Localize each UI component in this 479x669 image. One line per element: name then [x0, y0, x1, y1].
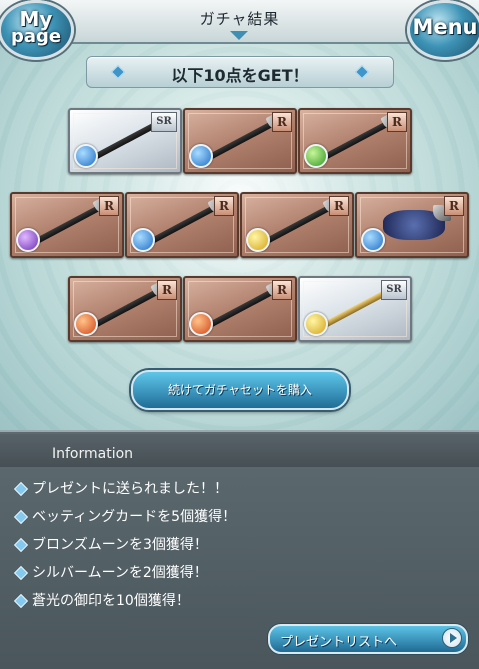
result-item-3[interactable]: R	[298, 108, 412, 174]
menu-button[interactable]: Menu	[407, 0, 479, 60]
information-text: プレゼントに送られました！！	[32, 481, 228, 497]
water-element-icon	[74, 144, 98, 168]
result-banner-text: 以下10点をGET！	[171, 66, 309, 85]
fire-element-icon	[189, 312, 213, 336]
present-list-button[interactable]: プレゼントリストへ	[268, 624, 468, 654]
information-text: シルバームーンを2個獲得！	[32, 565, 208, 581]
information-text: 蒼光の御印を10個獲得！	[32, 593, 190, 609]
rarity-badge: R	[387, 112, 407, 132]
fire-element-icon	[74, 312, 98, 336]
rarity-badge: SR	[151, 112, 177, 132]
result-item-4[interactable]: R	[10, 192, 124, 258]
diamond-bullet-icon	[13, 537, 29, 553]
result-item-5[interactable]: R	[125, 192, 239, 258]
result-item-2[interactable]: R	[183, 108, 297, 174]
result-banner: 以下10点をGET！	[86, 56, 394, 88]
wind-element-icon	[304, 144, 328, 168]
diamond-bullet-icon	[13, 565, 29, 581]
header-notch-icon	[230, 31, 248, 40]
water-element-icon	[131, 228, 155, 252]
result-item-6[interactable]: R	[240, 192, 354, 258]
diamond-bullet-icon	[13, 481, 29, 497]
rarity-badge: R	[272, 280, 292, 300]
continue-gacha-label: 続けてガチャセットを購入	[168, 383, 312, 397]
diamond-bullet-icon	[13, 593, 29, 609]
rarity-badge: R	[329, 196, 349, 216]
rarity-badge: R	[272, 112, 292, 132]
continue-gacha-button[interactable]: 続けてガチャセットを購入	[131, 370, 349, 410]
information-text: ブロンズムーンを3個獲得！	[32, 537, 208, 553]
result-item-7[interactable]: R	[355, 192, 469, 258]
light-element-icon	[246, 228, 270, 252]
diamond-bullet-icon	[13, 509, 29, 525]
information-title: Information	[52, 446, 134, 462]
rarity-badge: R	[157, 280, 177, 300]
information-text: ベッティングカードを5個獲得！	[32, 509, 237, 525]
mypage-label-line2: page	[10, 26, 62, 47]
rarity-badge: R	[214, 196, 234, 216]
summon-image	[383, 205, 451, 240]
rarity-badge: R	[444, 196, 464, 216]
result-item-10[interactable]: SR	[298, 276, 412, 342]
water-element-icon	[361, 228, 385, 252]
arrow-right-icon	[442, 628, 462, 648]
result-item-8[interactable]: R	[68, 276, 182, 342]
rarity-badge: SR	[381, 280, 407, 300]
present-list-label: プレゼントリストへ	[280, 635, 398, 650]
dark-element-icon	[16, 228, 40, 252]
mypage-button[interactable]: My page	[0, 0, 74, 60]
result-item-9[interactable]: R	[183, 276, 297, 342]
information-header: Information	[0, 434, 479, 467]
rarity-badge: R	[99, 196, 119, 216]
light-element-icon	[304, 312, 328, 336]
result-item-1[interactable]: SR	[68, 108, 182, 174]
menu-label: Menu	[412, 15, 478, 39]
water-element-icon	[189, 144, 213, 168]
